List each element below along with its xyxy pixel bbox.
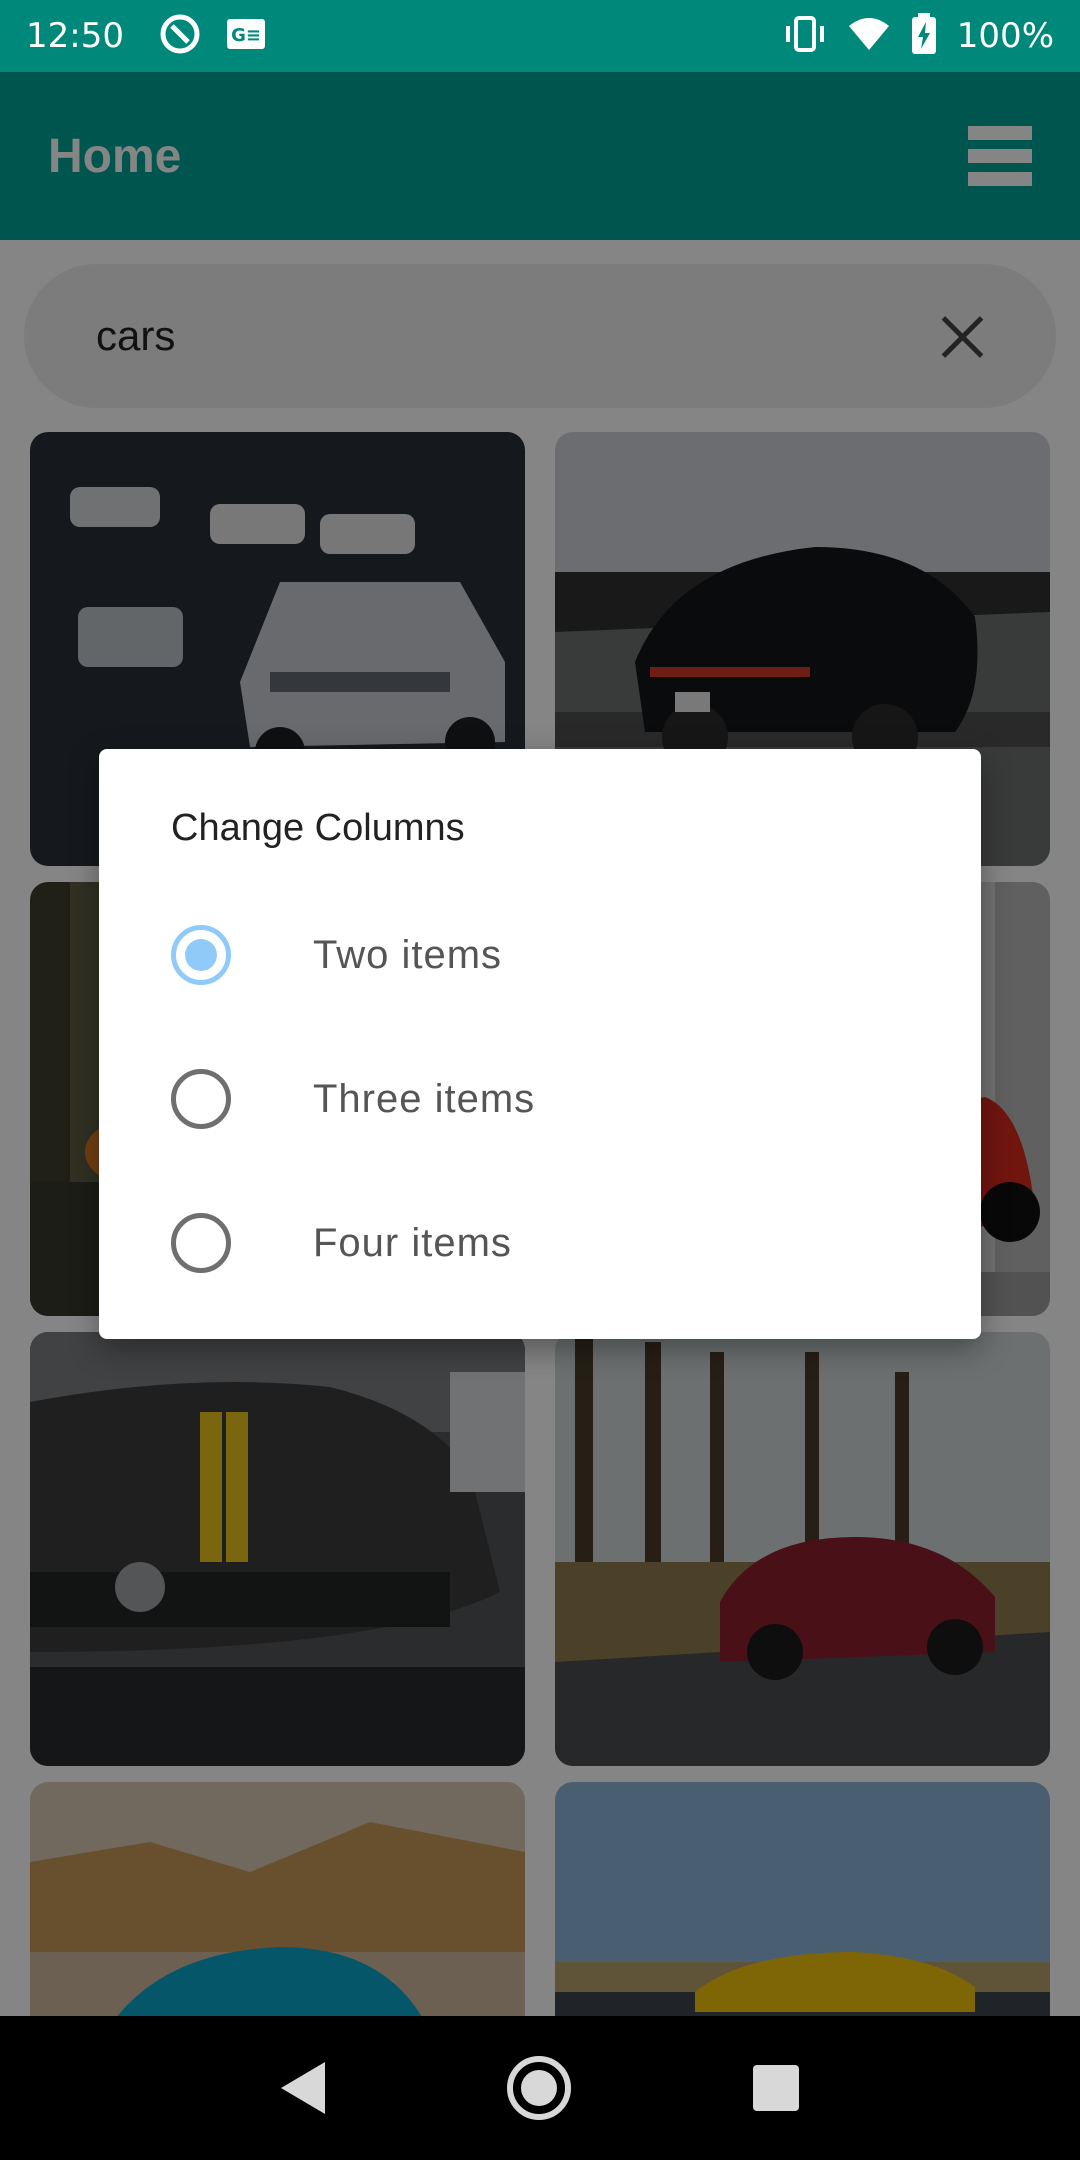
- status-time: 12:50: [26, 16, 124, 56]
- option-label: Two items: [313, 932, 503, 977]
- vibrate-icon: [783, 14, 827, 58]
- navigation-bar: [0, 2016, 1080, 2160]
- screen: 12:50 G≡ 100% Home cars Change Columns T…: [0, 0, 1080, 2160]
- dialog-title: Change Columns: [171, 807, 465, 849]
- radio-option-two-items[interactable]: Two items: [171, 905, 911, 1005]
- radio-option-three-items[interactable]: Three items: [171, 1049, 911, 1149]
- recents-icon[interactable]: [753, 2065, 799, 2111]
- status-bar: 12:50 G≡ 100%: [0, 0, 1080, 72]
- radio-button-unchecked[interactable]: [171, 1213, 231, 1273]
- radio-option-four-items[interactable]: Four items: [171, 1193, 911, 1293]
- svg-text:G≡: G≡: [231, 25, 261, 46]
- sync-icon: [158, 12, 202, 60]
- gmail-icon: G≡: [226, 18, 266, 54]
- battery-percentage: 100%: [956, 16, 1054, 56]
- option-label: Three items: [313, 1076, 536, 1121]
- change-columns-dialog: Change Columns Two items Three items Fou…: [99, 749, 981, 1339]
- back-icon[interactable]: [281, 2062, 325, 2114]
- radio-button-checked[interactable]: [171, 925, 231, 985]
- status-right-icons: 100%: [783, 13, 1054, 59]
- radio-button-unchecked[interactable]: [171, 1069, 231, 1129]
- status-left-icons: G≡: [158, 12, 266, 60]
- battery-charging-icon: [911, 13, 937, 59]
- home-icon[interactable]: [507, 2056, 571, 2120]
- option-label: Four items: [313, 1220, 512, 1265]
- wifi-icon: [847, 16, 891, 56]
